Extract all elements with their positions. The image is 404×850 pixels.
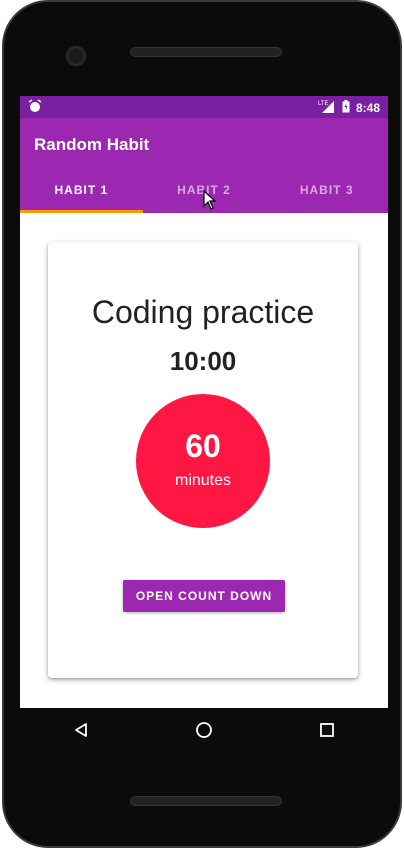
app-title: Random Habit (34, 135, 150, 154)
duration-unit: minutes (174, 472, 232, 489)
habit-card: Coding practice 10:00 60 minutes OPEN CO… (48, 242, 358, 678)
tab-habit-1[interactable]: HABIT 1 (20, 167, 143, 213)
top-speaker (130, 47, 282, 57)
front-camera (66, 46, 86, 66)
duration-value: 60 (185, 428, 221, 464)
lte-icon: LTE (318, 99, 336, 116)
recents-icon[interactable] (315, 718, 339, 742)
system-nav-bar (20, 708, 388, 752)
tab-habit-3[interactable]: HABIT 3 (265, 167, 388, 213)
status-time: 8:48 (355, 100, 380, 115)
status-bar: LTE 8:48 (20, 96, 388, 118)
open-countdown-button[interactable]: OPEN COUNT DOWN (123, 580, 285, 612)
duration-circle: 60 minutes (136, 394, 270, 528)
bottom-speaker (130, 796, 282, 806)
svg-text:LTE: LTE (318, 101, 329, 107)
home-icon[interactable] (192, 718, 216, 742)
mouse-cursor-icon (203, 189, 217, 215)
habit-title: Coding practice (91, 294, 315, 330)
timer-display: 10:00 (169, 346, 237, 376)
app-screen: LTE 8:48 Random Habit HABIT 1 HABIT 2 HA… (20, 96, 388, 708)
alarm-icon (28, 99, 42, 116)
battery-icon (342, 99, 350, 116)
back-icon[interactable] (69, 718, 93, 742)
